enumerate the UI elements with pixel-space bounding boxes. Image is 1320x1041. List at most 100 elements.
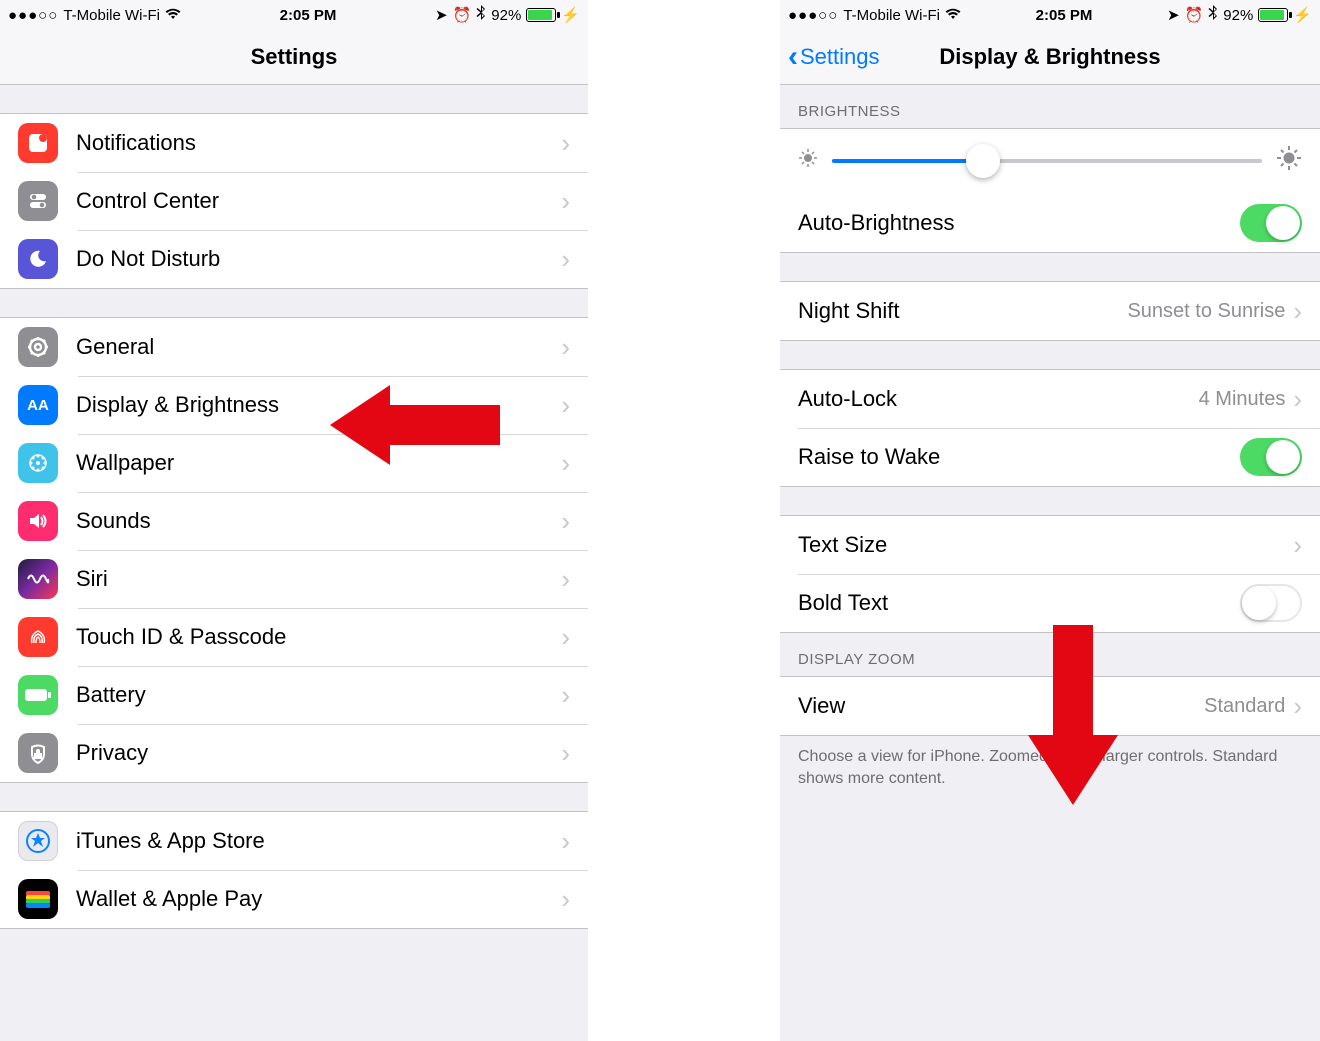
cell-label: Privacy — [76, 740, 561, 766]
battery-icon — [526, 8, 556, 22]
cell-value: Sunset to Sunrise — [1127, 300, 1285, 323]
cell-label: General — [76, 334, 561, 360]
bold-text-toggle[interactable] — [1240, 584, 1302, 622]
siri-icon — [18, 559, 58, 599]
chevron-right-icon: › — [1293, 691, 1302, 722]
cell-label: Raise to Wake — [798, 444, 1240, 470]
night-shift-group: Night Shift Sunset to Sunrise › — [780, 281, 1320, 341]
navbar: Settings — [0, 30, 588, 85]
battery-pct-label: 92% — [1223, 7, 1253, 24]
do-not-disturb-icon — [18, 239, 58, 279]
settings-group-2: General › AA Display & Brightness › Wall… — [0, 317, 588, 783]
charging-icon: ⚡ — [561, 6, 580, 24]
chevron-right-icon: › — [561, 564, 570, 595]
privacy-icon — [18, 733, 58, 773]
settings-screen: ●●●○○ T-Mobile Wi-Fi 2:05 PM ➤ ⏰ 92% ⚡ S… — [0, 0, 588, 1041]
text-group: Text Size › Bold Text — [780, 515, 1320, 633]
cell-wallet-applepay[interactable]: Wallet & Apple Pay › — [0, 870, 588, 928]
chevron-right-icon: › — [561, 128, 570, 159]
alarm-icon: ⏰ — [1185, 6, 1204, 24]
navbar: ‹ Settings Display & Brightness — [780, 30, 1320, 85]
chevron-right-icon: › — [561, 332, 570, 363]
cell-wallpaper[interactable]: Wallpaper › — [0, 434, 588, 492]
cell-value: Standard — [1204, 695, 1285, 718]
brightness-slider[interactable] — [832, 159, 1262, 163]
cell-label: Battery — [76, 682, 561, 708]
battery-icon — [1258, 8, 1288, 22]
cell-control-center[interactable]: Control Center › — [0, 172, 588, 230]
settings-group-1: Notifications › Control Center › Do Not … — [0, 113, 588, 289]
cell-notifications[interactable]: Notifications › — [0, 114, 588, 172]
carrier-label: T-Mobile Wi-Fi — [843, 7, 940, 24]
cell-display-brightness[interactable]: AA Display & Brightness › — [0, 376, 588, 434]
cell-privacy[interactable]: Privacy › — [0, 724, 588, 782]
section-header-brightness: BRIGHTNESS — [780, 85, 1320, 128]
cell-raise-to-wake: Raise to Wake — [780, 428, 1320, 486]
lock-group: Auto-Lock 4 Minutes › Raise to Wake — [780, 369, 1320, 487]
brightness-row — [780, 128, 1320, 194]
display-icon: AA — [18, 385, 58, 425]
section-header-zoom: DISPLAY ZOOM — [780, 633, 1320, 676]
cell-auto-brightness: Auto-Brightness — [780, 194, 1320, 252]
cell-siri[interactable]: Siri › — [0, 550, 588, 608]
display-brightness-screen: ●●●○○ T-Mobile Wi-Fi 2:05 PM ➤ ⏰ 92% ⚡ ‹… — [780, 0, 1320, 1041]
cell-label: Auto-Lock — [798, 386, 1199, 412]
cell-bold-text: Bold Text — [780, 574, 1320, 632]
chevron-right-icon: › — [561, 244, 570, 275]
cell-label: Display & Brightness — [76, 392, 561, 418]
cell-label: Control Center — [76, 188, 561, 214]
location-icon: ➤ — [1167, 6, 1180, 24]
chevron-right-icon: › — [561, 680, 570, 711]
page-title: Display & Brightness — [939, 44, 1160, 70]
charging-icon: ⚡ — [1293, 6, 1312, 24]
cell-view[interactable]: View Standard › — [780, 677, 1320, 735]
cell-night-shift[interactable]: Night Shift Sunset to Sunrise › — [780, 282, 1320, 340]
wallpaper-icon — [18, 443, 58, 483]
cell-battery[interactable]: Battery › — [0, 666, 588, 724]
carrier-label: T-Mobile Wi-Fi — [63, 7, 160, 24]
wallet-icon — [18, 879, 58, 919]
wifi-icon — [165, 7, 181, 24]
chevron-right-icon: › — [561, 738, 570, 769]
cell-label: Night Shift — [798, 298, 1127, 324]
chevron-right-icon: › — [561, 448, 570, 479]
slider-thumb[interactable] — [966, 144, 1000, 178]
chevron-right-icon: › — [561, 884, 570, 915]
chevron-right-icon: › — [561, 506, 570, 537]
sun-large-icon — [1276, 145, 1302, 176]
cell-label: View — [798, 693, 1204, 719]
cell-label: Notifications — [76, 130, 561, 156]
cell-touch-id[interactable]: Touch ID & Passcode › — [0, 608, 588, 666]
raise-to-wake-toggle[interactable] — [1240, 438, 1302, 476]
back-label: Settings — [800, 44, 880, 70]
signal-dots-icon: ●●●○○ — [8, 7, 58, 24]
zoom-footer-text: Choose a view for iPhone. Zoomed shows l… — [780, 736, 1320, 809]
cell-label: iTunes & App Store — [76, 828, 561, 854]
location-icon: ➤ — [435, 6, 448, 24]
touchid-icon — [18, 617, 58, 657]
chevron-right-icon: › — [1293, 384, 1302, 415]
chevron-right-icon: › — [561, 390, 570, 421]
cell-general[interactable]: General › — [0, 318, 588, 376]
cell-auto-lock[interactable]: Auto-Lock 4 Minutes › — [780, 370, 1320, 428]
cell-text-size[interactable]: Text Size › — [780, 516, 1320, 574]
cell-label: Wallet & Apple Pay — [76, 886, 561, 912]
cell-do-not-disturb[interactable]: Do Not Disturb › — [0, 230, 588, 288]
sounds-icon — [18, 501, 58, 541]
cell-itunes-appstore[interactable]: iTunes & App Store › — [0, 812, 588, 870]
bluetooth-icon — [476, 5, 486, 25]
status-bar: ●●●○○ T-Mobile Wi-Fi 2:05 PM ➤ ⏰ 92% ⚡ — [780, 0, 1320, 30]
zoom-group: View Standard › — [780, 676, 1320, 736]
control-center-icon — [18, 181, 58, 221]
chevron-right-icon: › — [561, 826, 570, 857]
back-button[interactable]: ‹ Settings — [788, 30, 880, 84]
status-bar: ●●●○○ T-Mobile Wi-Fi 2:05 PM ➤ ⏰ 92% ⚡ — [0, 0, 588, 30]
clock-label: 2:05 PM — [280, 7, 337, 24]
cell-sounds[interactable]: Sounds › — [0, 492, 588, 550]
appstore-icon — [18, 821, 58, 861]
bluetooth-icon — [1208, 5, 1218, 25]
chevron-right-icon: › — [1293, 296, 1302, 327]
cell-label: Siri — [76, 566, 561, 592]
auto-brightness-toggle[interactable] — [1240, 204, 1302, 242]
sun-small-icon — [798, 148, 818, 173]
